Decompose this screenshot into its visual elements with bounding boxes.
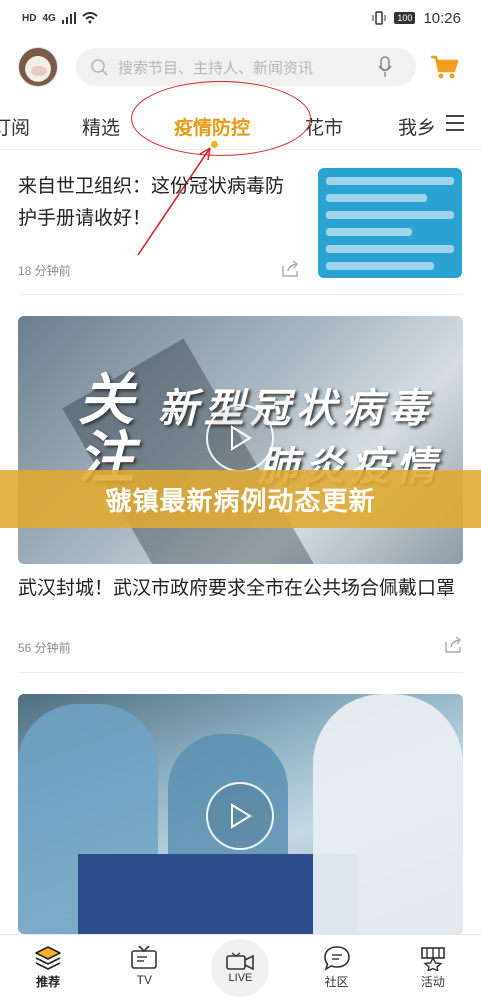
play-button[interactable] — [206, 404, 274, 472]
nav-label: TV — [136, 973, 152, 987]
wifi-icon — [82, 12, 98, 24]
nav-community[interactable]: 社区 — [297, 935, 377, 990]
nav-activity[interactable]: 活动 — [393, 935, 473, 990]
avatar[interactable] — [18, 47, 58, 87]
article-title[interactable]: 来自世卫组织：这份冠状病毒防护手册请收好！ — [18, 170, 288, 234]
status-right: 100 10:26 — [372, 10, 461, 27]
nav-recommend[interactable]: 推荐 — [8, 935, 88, 990]
divider — [18, 294, 463, 295]
article-time: 56 分钟前 — [18, 641, 71, 655]
clock: 10:26 — [423, 9, 461, 27]
network-label: HD — [22, 12, 37, 24]
layers-icon — [35, 946, 61, 970]
status-left: HD 4G — [22, 12, 98, 24]
signal-icon — [61, 12, 76, 24]
tv-icon — [131, 945, 158, 969]
signal-label: 4G — [42, 12, 56, 24]
nav-tv[interactable]: TV — [104, 935, 184, 987]
nav-label: 推荐 — [36, 975, 61, 989]
overlay-banner: 虢镇最新病例动态更新 — [0, 470, 481, 528]
play-icon — [231, 803, 252, 829]
video-caption-line1: 新型冠状病毒 — [158, 385, 434, 432]
nav-label: LIVE — [228, 972, 253, 984]
article-thumbnail[interactable] — [318, 168, 462, 278]
live-button[interactable]: LIVE — [211, 939, 270, 997]
menu-icon[interactable] — [445, 114, 465, 132]
search-bar[interactable]: 搜索节目、主持人、新闻资讯 — [76, 48, 416, 86]
tab-featured[interactable]: 精选 — [82, 113, 120, 140]
status-bar: HD 4G 100 10:26 — [0, 0, 481, 36]
nav-live[interactable]: LIVE — [200, 935, 280, 997]
article-time: 18 分钟前 — [18, 264, 71, 278]
live-camera-icon — [226, 952, 255, 971]
tab-subscribe[interactable]: 订阅 — [0, 113, 30, 140]
activity-icon — [421, 947, 445, 971]
vibrate-icon — [372, 11, 386, 25]
search-input[interactable]: 搜索节目、主持人、新闻资讯 — [118, 57, 378, 78]
video-thumbnail[interactable] — [18, 694, 463, 934]
bottom-nav: 推荐 TV LIVE 社区 活动 — [0, 934, 481, 1000]
nav-label: 活动 — [420, 975, 445, 989]
cart-icon[interactable] — [430, 54, 458, 80]
share-icon[interactable] — [281, 260, 299, 278]
chat-icon — [323, 946, 350, 971]
article-title[interactable]: 武汉封城！武汉市政府要求全市在公共场合佩戴口罩 — [18, 572, 463, 604]
share-icon[interactable] — [444, 636, 462, 654]
divider — [18, 672, 463, 673]
microphone-icon[interactable] — [378, 56, 392, 78]
play-icon — [231, 425, 252, 451]
nav-label: 社区 — [324, 975, 349, 989]
search-icon — [91, 59, 108, 76]
tab-hometown[interactable]: 我乡 — [398, 113, 436, 140]
battery-indicator: 100 — [394, 12, 416, 24]
play-button[interactable] — [206, 782, 274, 850]
